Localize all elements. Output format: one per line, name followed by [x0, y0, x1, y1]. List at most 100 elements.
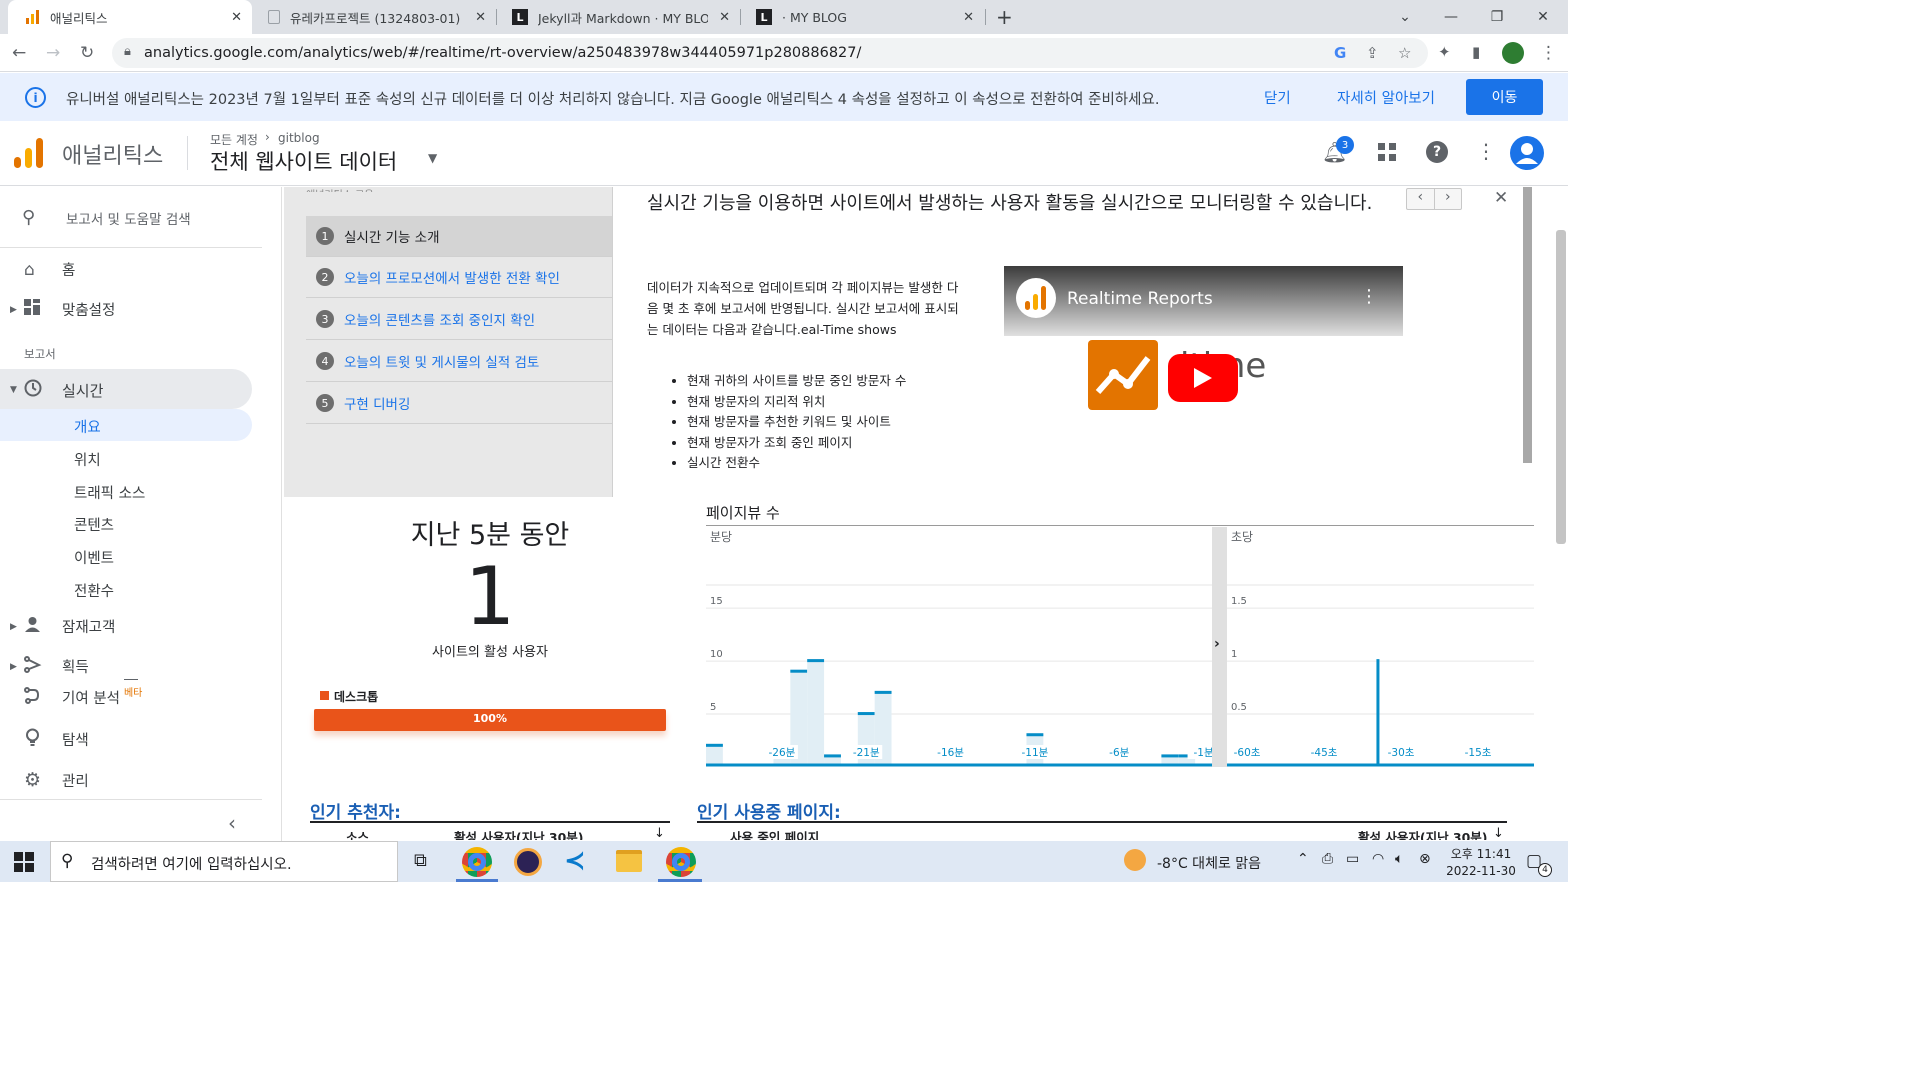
breadcrumb-account[interactable]: gitblog: [278, 131, 320, 145]
video-more-icon[interactable]: ⋮: [1360, 286, 1378, 307]
sidebar-subitem-overview[interactable]: [0, 409, 252, 441]
share-icon[interactable]: ⇪: [1366, 44, 1379, 62]
task-view-icon[interactable]: ⧉: [414, 850, 427, 871]
bullet: 현재 방문자가 조회 중인 페이지: [687, 433, 906, 454]
tab-jekyll[interactable]: L Jekyll과 Markdown · MY BLOG ✕: [496, 0, 740, 34]
sidebar-item-attribution[interactable]: 기여 분석 베타: [24, 687, 142, 708]
video-player[interactable]: Realtime Reports ⋮ ltime: [1004, 266, 1403, 490]
tour-scrollbar[interactable]: [1523, 187, 1532, 463]
profile-avatar[interactable]: [1502, 42, 1524, 64]
col-active-users[interactable]: 활성 사용자(지난 30분): [454, 827, 584, 840]
sidebar-item-acquisition[interactable]: ▶ 획득: [10, 656, 89, 677]
sidebar-subitem-content[interactable]: 콘텐츠: [74, 514, 114, 535]
close-icon[interactable]: ✕: [475, 10, 486, 25]
window-close-icon[interactable]: ✕: [1520, 0, 1566, 34]
page-scrollbar[interactable]: [1556, 230, 1566, 544]
tour-step-1[interactable]: 1 실시간 기능 소개: [306, 216, 612, 257]
chrome-profile-icon[interactable]: [666, 847, 696, 877]
lock-icon[interactable]: 🔒︎: [124, 44, 131, 59]
volume-icon[interactable]: 🔈︎: [1395, 851, 1403, 867]
tab-analytics[interactable]: 애널리틱스 ✕: [8, 0, 252, 34]
close-icon[interactable]: ✕: [231, 10, 242, 25]
view-selector[interactable]: 전체 웹사이트 데이터: [210, 146, 397, 176]
sidebar-item-admin[interactable]: ⚙ 관리: [24, 769, 89, 791]
tour-step-5[interactable]: 5 구현 디버깅: [306, 383, 612, 424]
tour-step-2[interactable]: 2 오늘의 프로모션에서 발생한 전환 확인: [306, 257, 612, 298]
close-icon[interactable]: ✕: [963, 10, 974, 25]
help-icon[interactable]: ?: [1426, 141, 1448, 163]
close-icon[interactable]: ✕: [719, 10, 730, 25]
meet-icon[interactable]: ⎙: [1322, 851, 1333, 867]
chevron-up-icon[interactable]: ⌃: [1297, 851, 1309, 867]
banner-close-link[interactable]: 닫기: [1264, 87, 1291, 108]
battery-icon[interactable]: ▭: [1346, 851, 1359, 867]
tab-search-icon[interactable]: ⌄: [1382, 0, 1428, 34]
sidebar-subitem-location[interactable]: 위치: [74, 449, 101, 470]
google-icon[interactable]: G: [1334, 44, 1346, 62]
per-minute-chart: 분당 5 10 15 -26분 -21분 -16분 -11분 -6분 -1분: [706, 530, 1212, 767]
sidebar-item-audience[interactable]: ▶ 잠재고객: [10, 616, 115, 637]
star-icon[interactable]: ☆: [1398, 44, 1411, 62]
next-icon[interactable]: ›: [1435, 189, 1462, 209]
x-tick-label: -45초: [1311, 747, 1338, 759]
sort-down-icon[interactable]: ↓: [654, 826, 665, 840]
tab-myblog[interactable]: L · MY BLOG ✕: [740, 0, 984, 34]
vscode-icon[interactable]: ≺: [564, 846, 586, 876]
y-tick-label: 1.5: [1231, 596, 1247, 607]
apps-grid-icon[interactable]: [1378, 143, 1396, 165]
collapse-sidebar-icon[interactable]: ‹: [228, 811, 236, 835]
banner-move-button[interactable]: 이동: [1466, 79, 1543, 115]
forward-icon[interactable]: →: [46, 43, 60, 63]
col-active-users[interactable]: 활성 사용자(지난 30분): [1358, 827, 1488, 840]
wifi-icon[interactable]: ◠: [1372, 851, 1384, 867]
tour-step-3[interactable]: 3 오늘의 콘텐츠를 조회 중인지 확인: [306, 299, 612, 340]
channel-icon[interactable]: [1016, 278, 1056, 318]
extensions-icon[interactable]: ✦: [1438, 43, 1451, 61]
col-active-page[interactable]: 사용 중인 페이지: [730, 827, 819, 840]
eclipse-icon[interactable]: [514, 848, 542, 876]
file-explorer-icon[interactable]: [616, 850, 642, 872]
reload-icon[interactable]: ↻: [80, 43, 94, 63]
weather-text[interactable]: -8°C 대체로 맑음: [1157, 853, 1261, 873]
prev-icon[interactable]: ‹: [1407, 189, 1435, 209]
windows-start-icon[interactable]: [14, 852, 34, 876]
sort-down-icon[interactable]: ↓: [1493, 826, 1504, 840]
menu-icon[interactable]: ⋮: [1540, 43, 1557, 63]
banner-learn-more-link[interactable]: 자세히 알아보기: [1337, 87, 1435, 108]
sidebar-item-discover[interactable]: 탐색: [24, 728, 89, 750]
side-panel-icon[interactable]: ▮: [1472, 43, 1480, 61]
clock-date[interactable]: 2022-11-30: [1442, 864, 1520, 878]
clock-time[interactable]: 오후 11:41: [1446, 845, 1516, 862]
analytics-logo[interactable]: [14, 137, 44, 173]
back-icon[interactable]: ←: [12, 43, 26, 63]
sidebar-subitem-traffic-sources[interactable]: 트래픽 소스: [74, 482, 145, 503]
chevron-down-icon[interactable]: ▼: [428, 151, 437, 165]
col-source[interactable]: 소스: [346, 827, 369, 840]
search-icon: ⚲: [22, 207, 36, 228]
tab-eureka[interactable]: 유레카프로젝트 (1324803-01) > ✕: [252, 0, 496, 34]
bullet: 현재 방문자의 지리적 위치: [687, 392, 906, 413]
sidebar-subitem-label[interactable]: 개요: [74, 416, 101, 437]
chrome-icon[interactable]: [462, 847, 492, 877]
sidebar-subitem-conversions[interactable]: 전환수: [74, 580, 114, 601]
address-bar[interactable]: 🔒︎ analytics.google.com/analytics/web/#/…: [112, 38, 1428, 68]
play-icon[interactable]: [1168, 354, 1238, 402]
more-vert-icon[interactable]: ⋮: [1476, 139, 1496, 163]
sidebar-item-home[interactable]: ⌂ 홈: [24, 259, 75, 280]
tour-step-4[interactable]: 4 오늘의 트윗 및 게시물의 실적 검토: [306, 341, 612, 382]
tour-header: 애널리틱스 교육: [306, 186, 374, 192]
taskbar-search-box[interactable]: ⚲ 검색하려면 여기에 입력하십시오.: [50, 841, 398, 882]
sidebar-subitem-events[interactable]: 이벤트: [74, 547, 114, 568]
sidebar-item-customization[interactable]: ▶ 맞춤설정: [10, 299, 115, 320]
active-app-indicator: [658, 879, 702, 882]
sidebar-search[interactable]: ⚲ 보고서 및 도움말 검색: [22, 207, 191, 228]
sidebar-item-realtime-row[interactable]: ▼ 실시간: [10, 379, 103, 401]
restore-icon[interactable]: ❐: [1474, 0, 1520, 34]
account-avatar[interactable]: [1510, 136, 1544, 170]
minimize-icon[interactable]: —: [1428, 0, 1474, 34]
network-off-icon[interactable]: ⊗: [1419, 851, 1431, 867]
tour-close-icon[interactable]: ✕: [1494, 188, 1508, 208]
chart-expand-icon[interactable]: ›: [1214, 636, 1220, 652]
new-tab-icon[interactable]: +: [996, 5, 1013, 29]
weather-icon[interactable]: [1124, 849, 1146, 871]
